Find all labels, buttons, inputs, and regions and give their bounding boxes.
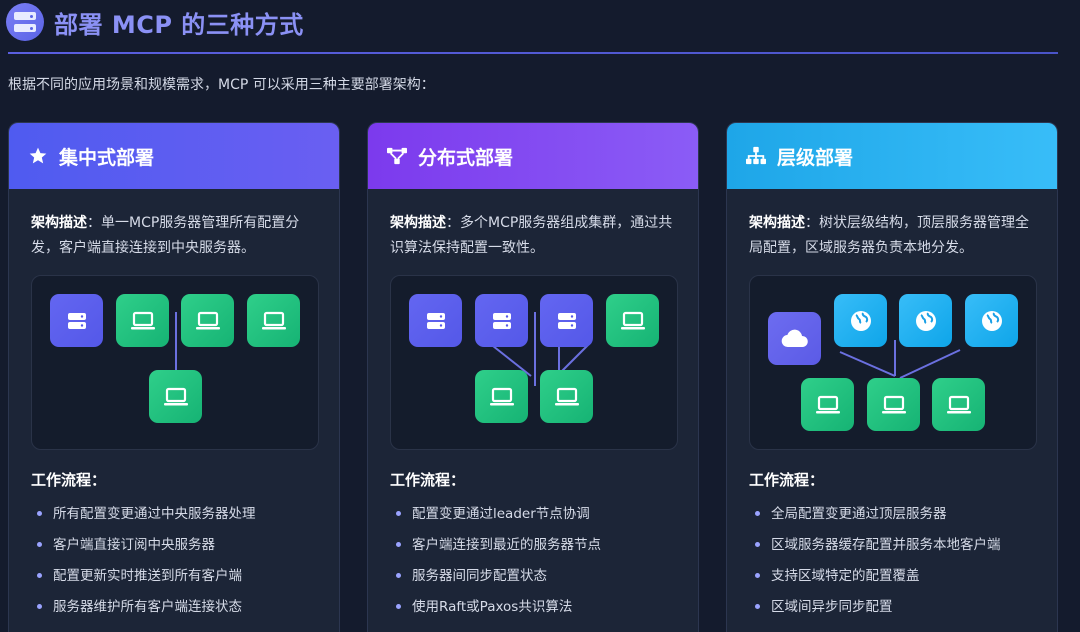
card-description: 架构描述：多个MCP服务器组成集群，通过共识算法保持配置一致性。 [390, 211, 680, 261]
laptop-icon [932, 378, 985, 431]
intro-text: 根据不同的应用场景和规模需求，MCP 可以采用三种主要部署架构： [8, 77, 435, 93]
globe-icon [965, 294, 1018, 347]
laptop-icon [801, 378, 854, 431]
server-icon [540, 294, 593, 347]
card-title: 层级部署 [777, 146, 854, 169]
card-distributed: 分布式部署 架构描述：多个MCP服务器组成集群，通过共识算法保持配置一致性。 工… [367, 122, 699, 632]
laptop-icon [149, 370, 202, 423]
list-item: 所有配置变更通过中央服务器处理 [31, 503, 331, 534]
card-centralized: 集中式部署 架构描述：单一MCP服务器管理所有配置分发，客户端直接连接到中央服务… [8, 122, 340, 632]
server-icon [50, 294, 103, 347]
list-item: 区域服务器缓存配置并服务本地客户端 [749, 534, 1049, 565]
workflow-title: 工作流程： [31, 471, 107, 489]
card-description: 架构描述：树状层级结构，顶层服务器管理全局配置，区域服务器负责本地分发。 [749, 211, 1039, 261]
card-title: 集中式部署 [59, 146, 155, 169]
architecture-diagram [390, 275, 678, 450]
globe-icon [834, 294, 887, 347]
card-header: 分布式部署 [368, 123, 698, 189]
server-icon [475, 294, 528, 347]
workflow-list: 所有配置变更通过中央服务器处理 客户端直接订阅中央服务器 配置更新实时推送到所有… [31, 503, 331, 627]
list-item: 客户端直接订阅中央服务器 [31, 534, 331, 565]
laptop-icon [116, 294, 169, 347]
workflow-list: 全局配置变更通过顶层服务器 区域服务器缓存配置并服务本地客户端 支持区域特定的配… [749, 503, 1049, 627]
desc-label: 架构描述 [390, 215, 446, 231]
list-item: 服务器维护所有客户端连接状态 [31, 596, 331, 627]
desc-label: 架构描述 [31, 215, 87, 231]
list-item: 区域间异步同步配置 [749, 596, 1049, 627]
list-item: 使用Raft或Paxos共识算法 [390, 596, 690, 627]
list-item: 服务器间同步配置状态 [390, 565, 690, 596]
list-item: 配置变更通过leader节点协调 [390, 503, 690, 534]
architecture-diagram [31, 275, 319, 450]
card-title: 分布式部署 [418, 146, 514, 169]
workflow-title: 工作流程： [390, 471, 466, 489]
list-item: 支持区域特定的配置覆盖 [749, 565, 1049, 596]
server-icon [409, 294, 462, 347]
laptop-icon [247, 294, 300, 347]
card-header: 层级部署 [727, 123, 1057, 189]
desc-label: 架构描述 [749, 215, 805, 231]
workflow-title: 工作流程： [749, 471, 825, 489]
hierarchy-icon [745, 145, 767, 167]
cloud-icon [768, 312, 821, 365]
laptop-icon [540, 370, 593, 423]
list-item: 配置更新实时推送到所有客户端 [31, 565, 331, 596]
workflow-list: 配置变更通过leader节点协调 客户端连接到最近的服务器节点 服务器间同步配置… [390, 503, 690, 627]
page: 部署 MCP 的三种方式 根据不同的应用场景和规模需求，MCP 可以采用三种主要… [0, 0, 1080, 632]
list-item: 全局配置变更通过顶层服务器 [749, 503, 1049, 534]
card-header: 集中式部署 [9, 123, 339, 189]
header-divider [8, 52, 1058, 54]
laptop-icon [475, 370, 528, 423]
card-description: 架构描述：单一MCP服务器管理所有配置分发，客户端直接连接到中央服务器。 [31, 211, 321, 261]
laptop-icon [181, 294, 234, 347]
star-icon [27, 145, 49, 167]
architecture-diagram [749, 275, 1037, 450]
list-item: 客户端连接到最近的服务器节点 [390, 534, 690, 565]
network-nodes-icon [386, 145, 408, 167]
page-header: 部署 MCP 的三种方式 [6, 0, 304, 44]
laptop-icon [606, 294, 659, 347]
globe-icon [899, 294, 952, 347]
server-stack-icon [6, 3, 44, 41]
page-title: 部署 MCP 的三种方式 [54, 10, 304, 39]
card-hierarchical: 层级部署 架构描述：树状层级结构，顶层服务器管理全局配置，区域服务器负责本地分发… [726, 122, 1058, 632]
laptop-icon [867, 378, 920, 431]
